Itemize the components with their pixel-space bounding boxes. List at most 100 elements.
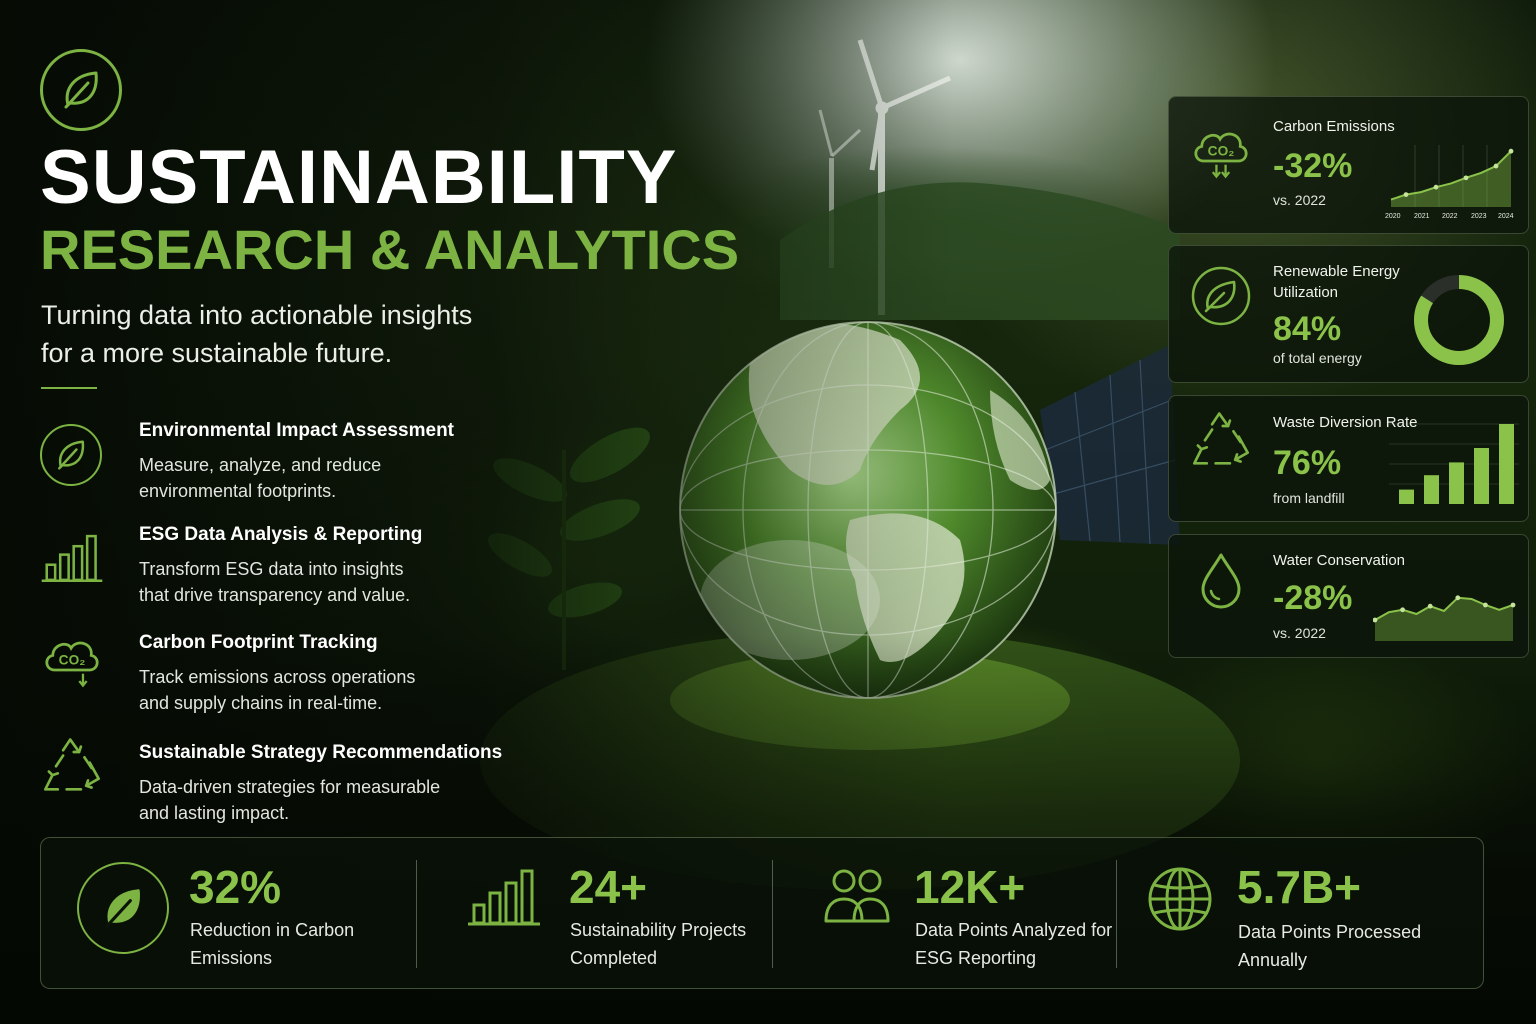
service-description: Data-driven strategies for measurable an… [139, 774, 440, 826]
metric-value: -32% [1273, 147, 1353, 185]
service-desc-line: Transform ESG data into insights [139, 559, 404, 579]
stat-label-line: Completed [570, 948, 658, 968]
metric-value: 84% [1273, 310, 1342, 348]
stat-data-points-analyzed: 12K+ Data Points Analyzed for ESG Report… [773, 838, 1116, 988]
bar-chart-icon [465, 864, 543, 930]
page-title: SUSTAINABILITY [40, 135, 678, 220]
leaf-icon [64, 71, 98, 109]
leaf-icon [40, 424, 102, 486]
metric-value: 76% [1273, 444, 1342, 482]
leaf-icon [77, 862, 169, 954]
service-desc-line: Track emissions across operations [139, 667, 416, 687]
trend-point [1483, 602, 1488, 608]
service-title: Sustainable Strategy Recommendations [139, 742, 503, 763]
bar [1424, 475, 1439, 504]
stats-bar: 32% Reduction in Carbon Emissions 24+ Su… [40, 837, 1484, 989]
page-subtitle: RESEARCH & ANALYTICS [40, 218, 740, 281]
trend-point [1508, 148, 1514, 154]
metric-note: from landfill [1273, 490, 1345, 506]
svg-text:CO₂: CO₂ [1208, 144, 1235, 159]
co2-cloud-icon: CO₂ [1189, 119, 1253, 183]
svg-text:CO₂: CO₂ [59, 653, 86, 668]
trend-point [1463, 175, 1469, 181]
service-desc-line: environmental footprints. [139, 481, 337, 501]
stat-value: 12K+ [914, 861, 1026, 913]
accent-divider [41, 387, 97, 389]
metric-label: Water Conservation [1273, 552, 1405, 569]
stat-value: 5.7B+ [1237, 861, 1362, 913]
stat-label-line: ESG Reporting [915, 948, 1037, 968]
metric-label-line: Renewable Energy [1273, 263, 1400, 280]
metric-label: Carbon Emissions [1273, 118, 1395, 135]
service-description: Transform ESG data into insights that dr… [139, 556, 410, 608]
service-desc-line: Measure, analyze, and reduce [139, 455, 382, 475]
trend-point [1510, 602, 1516, 608]
tagline-line-2: for a more sustainable future. [41, 338, 393, 368]
brand-logo [40, 49, 122, 131]
bar [1474, 448, 1489, 504]
service-esg-analysis: ESG Data Analysis & Reporting Transform … [40, 524, 540, 616]
service-carbon-tracking: CO₂ Carbon Footprint Tracking Track emis… [40, 632, 540, 724]
service-environmental-impact: Environmental Impact Assessment Measure,… [40, 420, 540, 512]
service-desc-line: and supply chains in real-time. [139, 693, 383, 713]
water-trend-chart [1373, 595, 1516, 641]
trend-point [1403, 192, 1409, 197]
service-title: ESG Data Analysis & Reporting [139, 524, 423, 545]
stat-carbon-reduction: 32% Reduction in Carbon Emissions [41, 838, 416, 988]
trend-area [1391, 151, 1511, 207]
service-description: Track emissions across operations and su… [139, 664, 415, 716]
metric-note: of total energy [1273, 350, 1362, 366]
co2-cloud-icon: CO₂ [40, 628, 104, 692]
bar [1499, 424, 1514, 504]
year-label: 2023 [1471, 213, 1487, 220]
bar [1399, 489, 1414, 504]
metric-note: vs. 2022 [1273, 625, 1326, 641]
service-desc-line: that drive transparency and value. [139, 585, 411, 605]
year-label: 2021 [1414, 213, 1430, 220]
metric-label-line: Utilization [1273, 284, 1339, 301]
globe-icon [1145, 864, 1215, 934]
trend-point [1400, 607, 1405, 613]
leaf-icon [1189, 264, 1253, 328]
water-drop-icon [1189, 547, 1253, 611]
stat-label-line: Data Points Processed [1238, 922, 1422, 942]
bar [1449, 462, 1464, 504]
users-icon [821, 864, 893, 928]
year-label: 2024 [1498, 213, 1514, 220]
bar-chart-icon [40, 526, 104, 590]
tagline: Turning data into actionable insights fo… [41, 296, 521, 372]
metric-card-renewable-energy: Renewable Energy Utilization 84% of tota… [1168, 245, 1529, 383]
renewable-donut-chart [1414, 275, 1504, 365]
year-label: 2020 [1385, 213, 1401, 220]
trend-point [1427, 603, 1433, 609]
stat-value: 24+ [569, 861, 648, 913]
service-title: Environmental Impact Assessment [139, 420, 455, 441]
recycle-icon [1189, 410, 1253, 474]
metric-card-waste-diversion: Waste Diversion Rate 76% from landfill [1168, 395, 1529, 522]
carbon-trend-chart [1390, 145, 1514, 207]
stat-label-line: Reduction in Carbon [190, 920, 355, 940]
metric-value: -28% [1273, 579, 1353, 617]
stat-label: Reduction in Carbon Emissions [190, 916, 354, 972]
trend-point [1493, 163, 1499, 169]
stat-projects-completed: 24+ Sustainability Projects Completed [417, 838, 772, 988]
stat-value: 32% [189, 861, 282, 913]
trend-point [1455, 595, 1461, 601]
service-desc-line: Data-driven strategies for measurable [139, 777, 441, 797]
stat-label: Sustainability Projects Completed [570, 916, 746, 972]
stat-label-line: Emissions [190, 948, 273, 968]
metric-card-carbon-emissions: CO₂ Carbon Emissions -32% vs. 2022 2020 … [1168, 96, 1529, 234]
tagline-line-1: Turning data into actionable insights [41, 300, 473, 330]
stat-label: Data Points Analyzed for ESG Reporting [915, 916, 1112, 972]
metric-note: vs. 2022 [1273, 192, 1326, 208]
trend-area [1375, 597, 1513, 641]
waste-bar-chart [1389, 423, 1519, 504]
stat-label-line: Data Points Analyzed for [915, 920, 1113, 940]
service-strategy-recommendations: Sustainable Strategy Recommendations Dat… [40, 738, 540, 834]
year-label: 2022 [1442, 213, 1458, 220]
stat-label: Data Points Processed Annually [1238, 918, 1421, 974]
service-title: Carbon Footprint Tracking [139, 632, 378, 653]
trend-point [1433, 184, 1439, 190]
recycle-icon [40, 736, 104, 800]
metric-label: Renewable Energy Utilization [1273, 261, 1400, 303]
